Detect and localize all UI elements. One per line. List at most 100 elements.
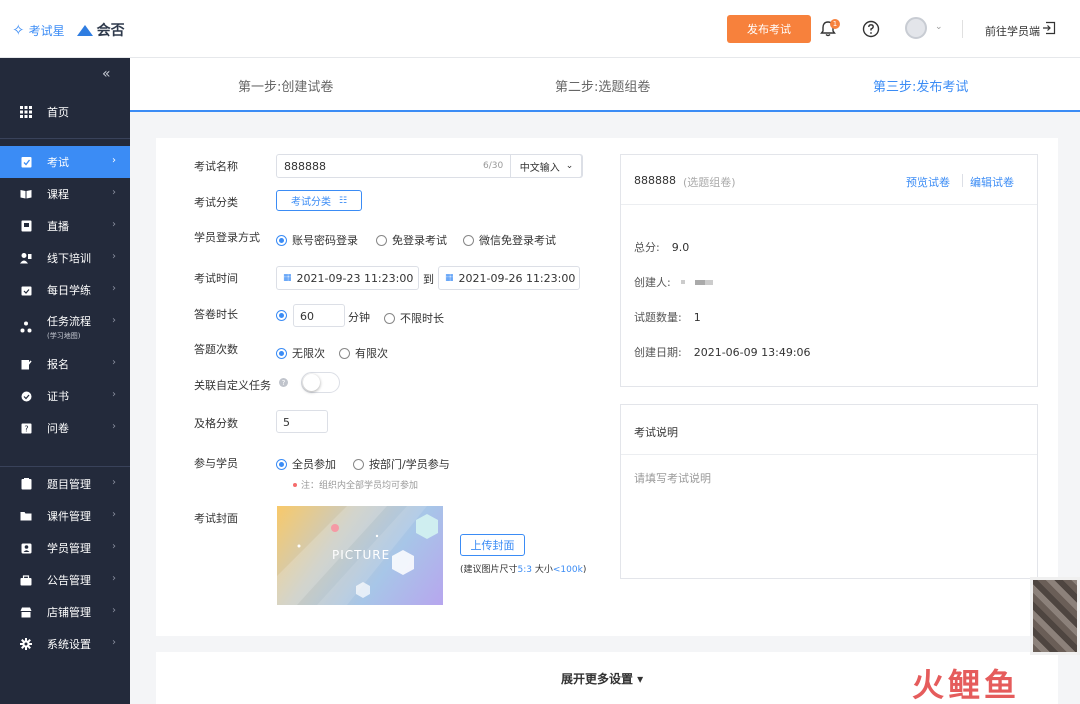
sidebar-item-label: 店铺管理 xyxy=(47,606,91,619)
grid-icon xyxy=(20,106,32,118)
chevron-right-icon: › xyxy=(112,389,116,400)
attempts-option-unlimited[interactable]: 无限次 xyxy=(276,345,325,361)
duration-input[interactable]: 60 xyxy=(293,304,345,327)
exam-category-button[interactable]: 考试分类 ☷ xyxy=(276,190,362,211)
sidebar-item-certificate[interactable]: 证书 › xyxy=(0,380,130,412)
exam-start-time-value: 2021-09-23 11:23:00 xyxy=(296,271,414,285)
video-thumbnail xyxy=(1030,577,1080,655)
sidebar-item-survey[interactable]: ? 问卷 › xyxy=(0,412,130,444)
exam-start-time-input[interactable]: ▦ 2021-09-23 11:23:00 xyxy=(276,266,419,290)
custom-task-toggle[interactable] xyxy=(301,372,340,393)
exam-end-time-value: 2021-09-26 11:23:00 xyxy=(458,271,576,285)
sidebar-item-course[interactable]: 课程 › xyxy=(0,178,130,210)
sidebar-item-label: 报名 xyxy=(47,358,69,371)
bullet-icon xyxy=(293,482,297,487)
login-option-password[interactable]: 账号密码登录 xyxy=(276,232,358,248)
sidebar-item-label-main: 任务流程 xyxy=(47,315,91,328)
chevron-right-icon: › xyxy=(112,637,116,648)
sidebar: « 首页 考试 › 课程 › 直播 › 线下培训 › 每日学练 › 任务流程 (… xyxy=(0,58,130,704)
sidebar-item-registration[interactable]: 报名 › xyxy=(0,348,130,380)
chevron-down-icon[interactable]: ⌄ xyxy=(935,22,943,32)
logo[interactable]: ✧ 考试星 会否 xyxy=(12,20,125,40)
duration-value: 60 xyxy=(300,310,314,323)
sidebar-item-label: 任务流程 (学习地图) xyxy=(47,313,91,341)
link-divider xyxy=(962,174,963,187)
exam-description-textarea[interactable]: 请填写考试说明 xyxy=(634,470,1024,565)
edit-paper-link[interactable]: 编辑试卷 xyxy=(970,174,1014,190)
sidebar-item-system-settings[interactable]: 系统设置 › xyxy=(0,628,130,660)
step-publish-exam[interactable]: 第三步:发布考试 xyxy=(873,76,968,95)
upload-hint-size: <100k xyxy=(552,565,583,575)
exam-end-time-input[interactable]: ▦ 2021-09-26 11:23:00 xyxy=(438,266,580,290)
step-create-paper[interactable]: 第一步:创建试卷 xyxy=(238,76,333,95)
radio-label: 不限时长 xyxy=(400,312,444,325)
store-icon xyxy=(20,606,32,618)
radio-checked-icon xyxy=(276,347,287,359)
chevron-right-icon: › xyxy=(112,283,116,294)
question-count-row: 试题数量: 1 xyxy=(634,309,701,325)
step-select-questions[interactable]: 第二步:选题组卷 xyxy=(555,76,650,95)
help-icon[interactable] xyxy=(862,20,880,38)
sidebar-item-label: 学员管理 xyxy=(47,542,91,555)
login-option-wechat[interactable]: 微信免登录考试 xyxy=(463,232,556,248)
sidebar-item-question-management[interactable]: 题目管理 › xyxy=(0,468,130,500)
publish-exam-button[interactable]: 发布考试 xyxy=(727,15,811,43)
info-icon[interactable]: ? xyxy=(279,378,288,387)
custom-task-label: 关联自定义任务 xyxy=(194,379,271,392)
creator-label: 创建人: xyxy=(634,276,671,289)
chevron-right-icon: › xyxy=(112,477,116,488)
folder-icon xyxy=(20,510,32,522)
sidebar-item-label: 系统设置 xyxy=(47,638,91,651)
input-method-select[interactable]: 中文输入 ⌄ xyxy=(510,154,583,178)
sidebar-item-daily-practice[interactable]: 每日学练 › xyxy=(0,274,130,306)
exam-name-input[interactable]: 888888 6/30 中文输入 ⌄ xyxy=(276,154,583,178)
exam-description-title: 考试说明 xyxy=(634,426,678,439)
radio-label: 微信免登录考试 xyxy=(479,234,556,247)
login-option-no-login[interactable]: 免登录考试 xyxy=(376,232,447,248)
preview-paper-link[interactable]: 预览试卷 xyxy=(906,174,950,190)
chevron-right-icon: › xyxy=(112,187,116,198)
sidebar-item-store-management[interactable]: 店铺管理 › xyxy=(0,596,130,628)
cover-placeholder-text: PICTURE xyxy=(332,548,391,562)
attempts-option-limited[interactable]: 有限次 xyxy=(339,345,388,361)
sidebar-item-student-management[interactable]: 学员管理 › xyxy=(0,532,130,564)
radio-label: 按部门/学员参与 xyxy=(369,458,450,471)
sidebar-item-exam[interactable]: 考试 › xyxy=(0,146,130,178)
exit-icon[interactable] xyxy=(1042,21,1056,35)
duration-option-unlimited[interactable]: 不限时长 xyxy=(384,310,444,326)
avatar[interactable] xyxy=(905,17,927,39)
passing-score-input[interactable]: 5 xyxy=(276,410,328,433)
sidebar-item-home[interactable]: 首页 xyxy=(0,96,130,128)
sidebar-item-courseware-management[interactable]: 课件管理 › xyxy=(0,500,130,532)
redacted-mark xyxy=(694,279,705,285)
header-divider xyxy=(962,20,963,38)
radio-unchecked-icon xyxy=(463,234,474,246)
sidebar-divider xyxy=(0,466,130,467)
flow-icon xyxy=(20,321,32,333)
upload-hint-suffix: ) xyxy=(582,565,587,575)
sidebar-item-label: 线下培训 xyxy=(47,252,91,265)
sidebar-item-notice-management[interactable]: 公告管理 › xyxy=(0,564,130,596)
sidebar-item-live[interactable]: 直播 › xyxy=(0,210,130,242)
exam-description-panel: 考试说明 请填写考试说明 xyxy=(620,404,1038,579)
upload-hint: (建议图片尺寸5:3 大小<100k) xyxy=(460,562,586,575)
notification-badge: 1 xyxy=(830,19,840,29)
collapse-sidebar-icon[interactable]: « xyxy=(102,66,111,82)
sidebar-item-task-flow[interactable]: 任务流程 (学习地图) › xyxy=(0,306,130,348)
sidebar-item-offline-training[interactable]: 线下培训 › xyxy=(0,242,130,274)
participants-option-all[interactable]: 全员参加 xyxy=(276,456,336,472)
radio-label: 免登录考试 xyxy=(392,234,447,247)
upload-cover-button[interactable]: 上传封面 xyxy=(460,534,525,556)
live-icon xyxy=(20,220,32,232)
sidebar-item-label: 证书 xyxy=(47,390,69,403)
exam-time-label: 考试时间 xyxy=(194,272,238,285)
participants-option-department[interactable]: 按部门/学员参与 xyxy=(353,456,450,472)
radio-unchecked-icon xyxy=(353,458,364,470)
duration-option-limited[interactable] xyxy=(276,310,287,321)
sidebar-item-label: 问卷 xyxy=(47,422,69,435)
goto-student-link[interactable]: 前往学员端 xyxy=(985,23,1040,39)
sidebar-divider xyxy=(0,138,130,139)
svg-text:?: ? xyxy=(24,424,28,433)
redacted-mark xyxy=(704,279,713,285)
created-date-row: 创建日期: 2021-06-09 13:49:06 xyxy=(634,344,811,360)
